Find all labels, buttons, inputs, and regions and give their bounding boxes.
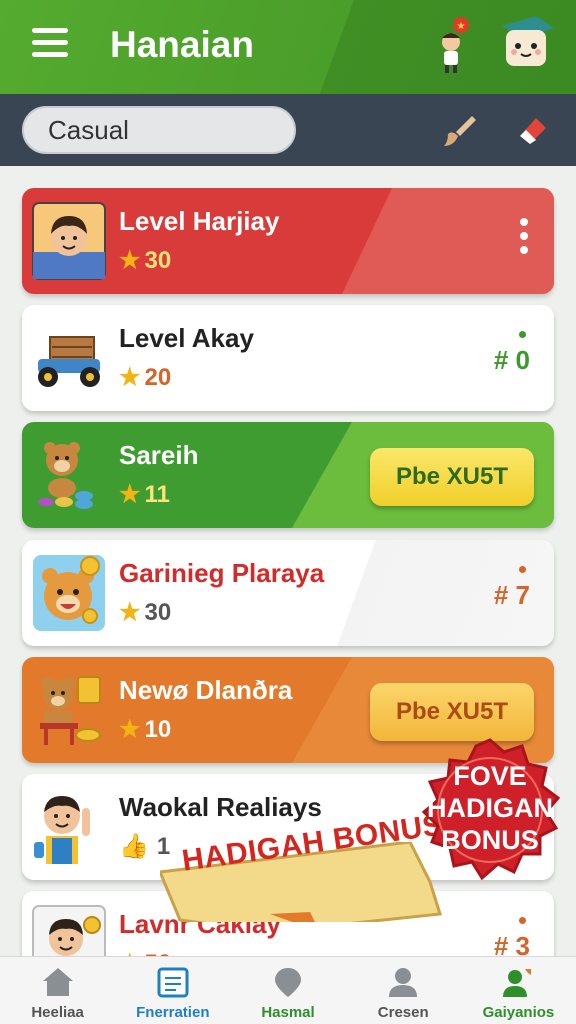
action-button[interactable]: Pbe XU5T — [370, 448, 534, 506]
nav-item-friends[interactable]: Gaiyanios — [461, 957, 576, 1024]
nav-item-location[interactable]: Hasmal — [230, 957, 345, 1024]
leaderboard-row[interactable]: Level Harjiay ★ 30 — [22, 188, 554, 294]
bear-coins-thumb — [38, 442, 93, 509]
calendar-icon — [157, 967, 189, 998]
player-name: Waokal Realiays — [119, 792, 322, 822]
action-button[interactable]: Pbe XU5T — [370, 683, 534, 741]
player-name: Newø Dlanðra — [119, 675, 293, 705]
player-avatar-icon[interactable]: ★ — [436, 16, 472, 74]
svg-text:★: ★ — [457, 21, 466, 32]
bottom-navigation: Heeliaa Fnerratien Hasmal Cresen Gaiyani… — [0, 956, 576, 1024]
app-title: Hanaian — [110, 24, 254, 65]
player-score: ★ 30 — [119, 246, 172, 275]
tractor-thumb — [38, 336, 100, 387]
star-icon: ★ — [119, 599, 141, 626]
star-icon: ★ — [119, 716, 141, 743]
bear-coin-thumb — [33, 555, 105, 631]
filter-bar: Casual — [0, 94, 576, 166]
category-search-input[interactable]: Casual — [22, 106, 296, 154]
more-options-icon[interactable] — [520, 218, 530, 262]
bonus-seal-text: FOVE HADIGAN BONUS — [427, 761, 553, 855]
friends-icon — [503, 969, 532, 997]
location-pin-icon — [275, 968, 301, 997]
player-name: Level Akay — [119, 323, 254, 353]
player-name: Garinieg Plaraya — [119, 558, 325, 588]
player-rank: # 0 — [494, 331, 530, 376]
leaderboard-row[interactable]: Level Akay ★ 20 # 0 — [22, 305, 554, 411]
star-icon: ★ — [119, 364, 141, 391]
star-icon: ★ — [119, 247, 141, 274]
player-name: Level Harjiay — [119, 206, 280, 236]
player-avatar-thumb — [32, 202, 106, 280]
player-score: ★ 10 — [119, 715, 172, 744]
profile-icon — [389, 968, 418, 997]
eraser-icon[interactable] — [514, 112, 550, 148]
leaderboard-row[interactable]: Garinieg Plaraya ★ 30 # 7 — [22, 540, 554, 646]
brush-icon[interactable] — [442, 112, 478, 148]
player-score: ★ 30 — [119, 598, 172, 627]
mascot-profile-icon[interactable] — [496, 12, 558, 74]
star-icon: ★ — [119, 481, 141, 508]
player-score: ★ 11 — [119, 480, 170, 509]
player-rank: # 7 — [494, 566, 530, 611]
bear-gold-thumb — [40, 676, 101, 745]
home-icon — [42, 968, 73, 996]
leaderboard-row[interactable]: Sareih ★ 11 Pbe XU5T — [22, 422, 554, 528]
player-name: Sareih — [119, 440, 199, 470]
app-header: Hanaian ★ — [0, 0, 576, 94]
nav-item-home[interactable]: Heeliaa — [0, 957, 115, 1024]
nav-item-profile[interactable]: Cresen — [346, 957, 461, 1024]
player-score: ★ 20 — [119, 363, 172, 392]
thumbs-up-icon: 👍 — [119, 833, 149, 860]
nav-item-calendar[interactable]: Fnerratien — [115, 957, 230, 1024]
player-waving-thumb — [34, 796, 90, 864]
hamburger-menu-icon[interactable] — [32, 28, 68, 62]
